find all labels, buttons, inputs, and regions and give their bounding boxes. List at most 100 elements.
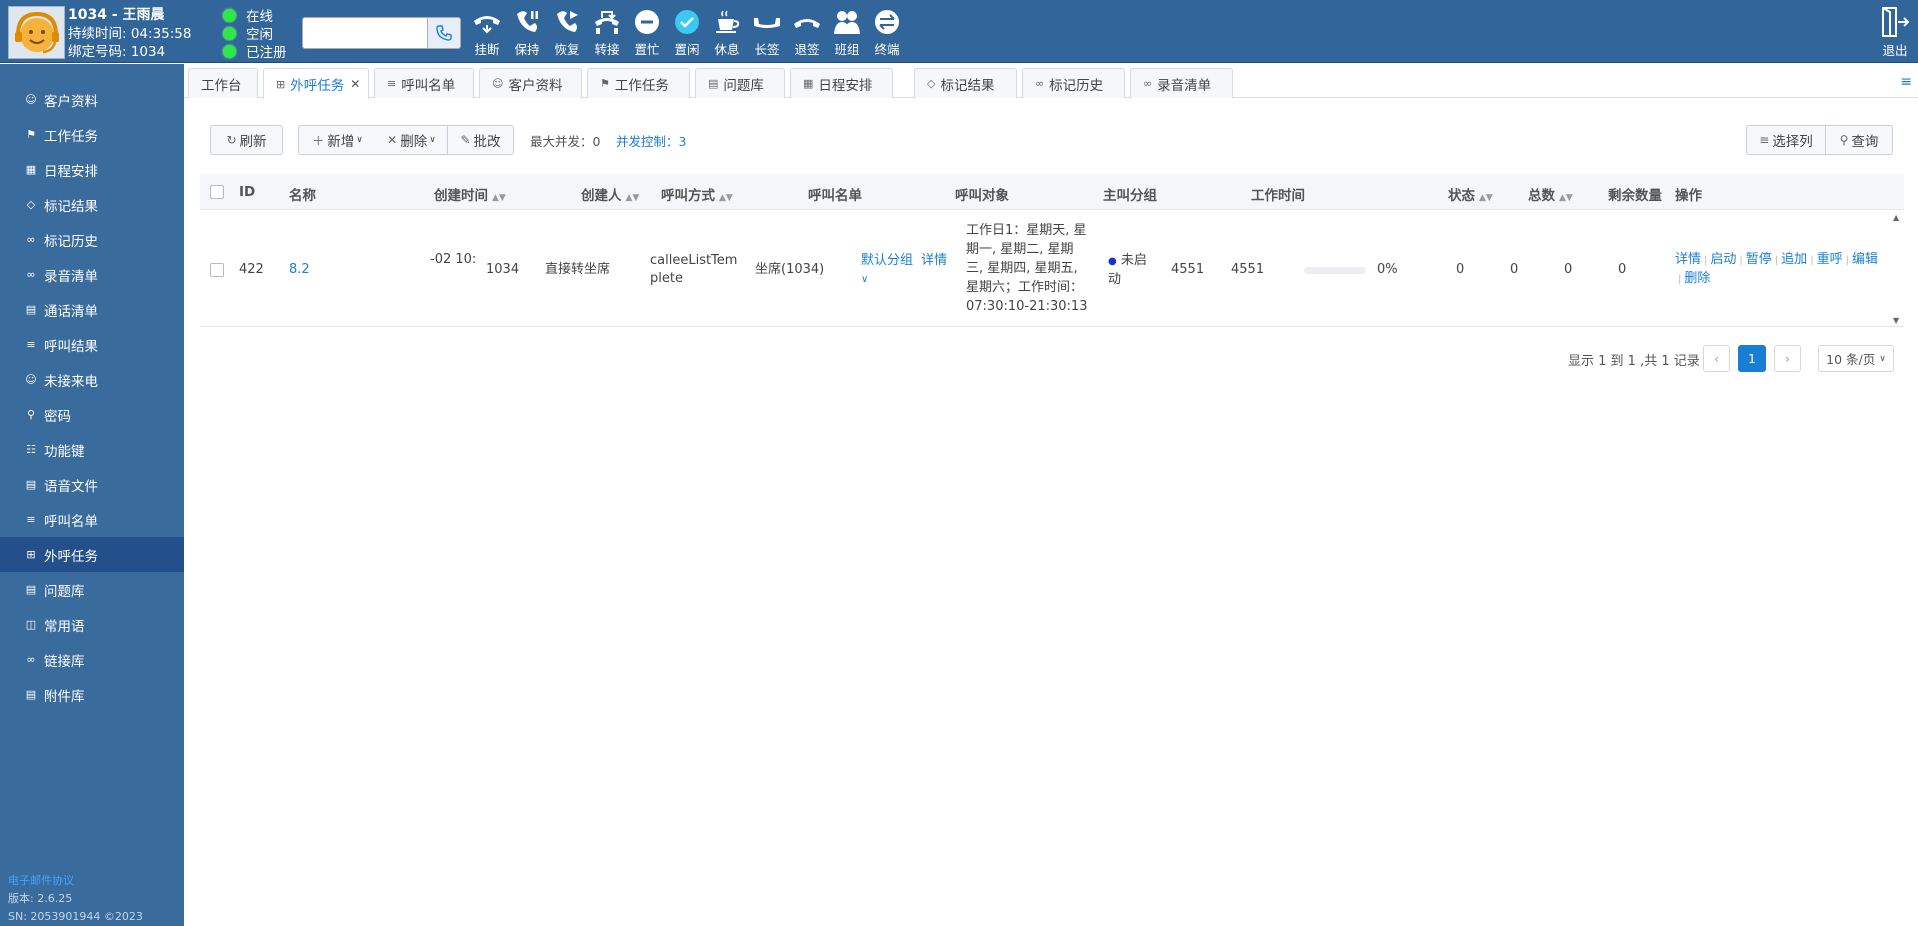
- query-button[interactable]: ⚲ 查询: [1825, 125, 1893, 155]
- sidebar-footer: 电子邮件协议 版本: 2.6.25 SN: 2053901944 ©2023: [8, 872, 143, 926]
- sort-icon[interactable]: ▲▼: [1479, 193, 1493, 203]
- scroll-down-icon[interactable]: ▼: [1893, 316, 1899, 325]
- tag-icon: ◇: [927, 77, 936, 90]
- concurrency-control-link[interactable]: 并发控制：3: [616, 131, 686, 150]
- sort-icon[interactable]: ▲▼: [1559, 193, 1573, 203]
- sidebar-item-voice-files[interactable]: ▤ 语音文件: [0, 467, 184, 502]
- transfer-button[interactable]: 转接: [587, 7, 627, 59]
- tab-mark-result[interactable]: ◇ 标记结果: [914, 68, 1017, 98]
- sidebar-item-mark-history[interactable]: ∞ 标记历史: [0, 222, 184, 257]
- terminal-button[interactable]: 终端: [867, 7, 907, 59]
- refresh-button[interactable]: ↻ 刷新: [210, 125, 283, 155]
- table-scrollbar[interactable]: ▲ ▼: [1890, 211, 1904, 327]
- pause-link[interactable]: 暂停: [1746, 252, 1772, 267]
- button-label: 新增: [327, 134, 355, 150]
- team-button[interactable]: 班组: [827, 7, 867, 59]
- prev-page-button[interactable]: ‹: [1703, 345, 1730, 372]
- sidebar-item-outbound-task[interactable]: ⊞ 外呼任务: [0, 537, 184, 572]
- column-header-call-mode[interactable]: 呼叫方式 ▲▼: [661, 184, 733, 204]
- sidebar-item-missed-calls[interactable]: ☺ 未接来电: [0, 362, 184, 397]
- sidebar-item-function-keys[interactable]: ☷ 功能键: [0, 432, 184, 467]
- select-columns-button[interactable]: ≡ 选择列: [1746, 125, 1826, 155]
- progress-bar: [1304, 267, 1366, 274]
- start-link[interactable]: 启动: [1710, 252, 1736, 267]
- close-icon[interactable]: ✕: [350, 77, 360, 91]
- sidebar-item-work-task[interactable]: ⚑ 工作任务: [0, 117, 184, 152]
- resume-button[interactable]: 恢复: [547, 7, 587, 59]
- sidebar-item-link-library[interactable]: ∞ 链接库: [0, 642, 184, 677]
- tab-mark-history[interactable]: ∞ 标记历史: [1022, 68, 1125, 98]
- cell-name-link[interactable]: 8.2: [289, 261, 310, 279]
- column-header-name[interactable]: 名称: [289, 184, 316, 204]
- dial-button[interactable]: [428, 17, 461, 49]
- column-header-id[interactable]: ID: [239, 184, 255, 200]
- tab-schedule[interactable]: ▦ 日程安排: [790, 68, 893, 98]
- dial-number-input[interactable]: [302, 17, 428, 49]
- idle-button[interactable]: 置闲: [667, 7, 707, 59]
- sidebar-item-question-bank[interactable]: ▤ 问题库: [0, 572, 184, 607]
- sidebar-item-customer-profile[interactable]: ☺ 客户资料: [0, 82, 184, 117]
- sidebar-item-schedule[interactable]: ▦ 日程安排: [0, 152, 184, 187]
- column-header-remaining[interactable]: 剩余数量: [1608, 184, 1662, 204]
- tab-question-bank[interactable]: ▤ 问题库: [695, 68, 785, 98]
- redial-link[interactable]: 重呼: [1817, 252, 1843, 267]
- caller-group-detail-link[interactable]: 详情: [921, 253, 947, 268]
- sidebar-item-call-result[interactable]: ≡ 呼叫结果: [0, 327, 184, 362]
- column-header-status[interactable]: 状态 ▲▼: [1448, 184, 1493, 204]
- page-size-select[interactable]: 10 条/页 ∨: [1818, 345, 1894, 372]
- sidebar-item-call-list[interactable]: ≡ 呼叫名单: [0, 502, 184, 537]
- column-header-call-target[interactable]: 呼叫对象: [955, 184, 1009, 204]
- column-header-total[interactable]: 总数 ▲▼: [1528, 184, 1573, 204]
- append-link[interactable]: 追加: [1781, 252, 1807, 267]
- sign-out-button[interactable]: 退签: [787, 7, 827, 59]
- team-icon: [834, 11, 860, 34]
- tab-call-list[interactable]: ≡ 呼叫名单: [374, 68, 474, 98]
- row-checkbox[interactable]: [210, 263, 224, 277]
- caller-group-link[interactable]: 默认分组: [861, 253, 913, 268]
- button-label: 刷新: [239, 134, 267, 150]
- next-page-button[interactable]: ›: [1774, 345, 1801, 372]
- rest-button[interactable]: 休息: [707, 7, 747, 59]
- sidebar-item-recordings[interactable]: ∞ 录音清单: [0, 257, 184, 292]
- tab-outbound-task[interactable]: ⊞ 外呼任务 ✕: [263, 68, 369, 99]
- sidebar-item-attachments[interactable]: ▤ 附件库: [0, 677, 184, 712]
- scroll-up-icon[interactable]: ▲: [1893, 213, 1899, 222]
- logout-button[interactable]: 退出: [1878, 6, 1912, 60]
- detail-link[interactable]: 详情: [1675, 252, 1701, 267]
- long-sign-button[interactable]: 长签: [747, 7, 787, 59]
- column-header-call-list[interactable]: 呼叫名单: [808, 184, 862, 204]
- tab-customer-profile[interactable]: ☺ 客户资料: [479, 68, 582, 98]
- batch-edit-button[interactable]: ✎ 批改: [447, 125, 514, 155]
- sidebar-item-password[interactable]: ⚲ 密码: [0, 397, 184, 432]
- sort-icon[interactable]: ▲▼: [492, 193, 506, 203]
- sidebar-item-common-phrases[interactable]: ◫ 常用语: [0, 607, 184, 642]
- delete-button[interactable]: ✕ 删除 ∨: [376, 125, 448, 155]
- sidebar-item-call-log[interactable]: ▤ 通话清单: [0, 292, 184, 327]
- select-all-checkbox[interactable]: [210, 185, 224, 199]
- sort-icon[interactable]: ▲▼: [626, 193, 640, 203]
- tab-work-task[interactable]: ⚑ 工作任务: [587, 68, 690, 98]
- cell-creator: 1034: [486, 262, 520, 277]
- column-header-work-time[interactable]: 工作时间: [1251, 184, 1305, 204]
- busy-button[interactable]: 置忙: [627, 7, 667, 59]
- edit-link[interactable]: 编辑: [1852, 252, 1878, 267]
- tab-menu-icon[interactable]: ≡: [1900, 74, 1912, 90]
- hold-button[interactable]: 保持: [507, 7, 547, 59]
- hangup-button[interactable]: 挂断: [467, 7, 507, 59]
- tab-workbench[interactable]: 工作台: [188, 68, 258, 98]
- footer-link[interactable]: 电子邮件协议: [8, 872, 143, 890]
- column-header-creator[interactable]: 创建人 ▲▼: [581, 184, 639, 204]
- search-icon: ⚲: [1839, 133, 1849, 147]
- page-1-button[interactable]: 1: [1738, 345, 1766, 372]
- column-header-caller-group[interactable]: 主叫分组: [1103, 184, 1157, 204]
- add-button[interactable]: ＋新增 ∨: [298, 125, 377, 155]
- cell-number: 0: [1456, 262, 1465, 277]
- tab-recordings[interactable]: ∞ 录音清单: [1130, 68, 1233, 98]
- sort-icon[interactable]: ▲▼: [719, 193, 733, 203]
- sidebar-item-mark-result[interactable]: ◇ 标记结果: [0, 187, 184, 222]
- bullet-list-icon: ≡: [387, 77, 397, 90]
- delete-link[interactable]: 删除: [1684, 271, 1710, 286]
- cell-number: 0: [1564, 262, 1573, 277]
- column-header-created-time[interactable]: 创建时间 ▲▼: [434, 184, 506, 204]
- chevron-down-icon[interactable]: ∨: [861, 274, 868, 285]
